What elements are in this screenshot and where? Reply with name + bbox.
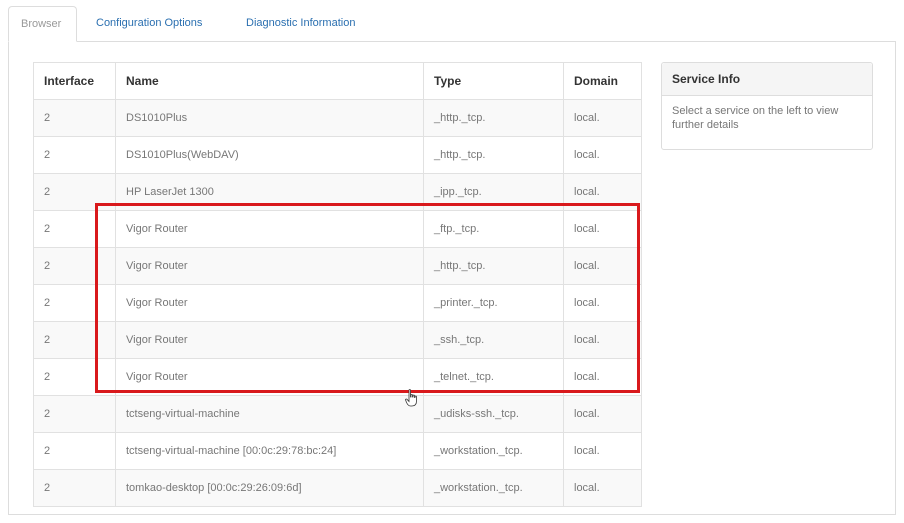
cell-type: _http._tcp. <box>423 99 564 137</box>
table-row[interactable]: 2 Vigor Router _http._tcp. local. <box>33 247 642 285</box>
cell-domain: local. <box>563 395 642 433</box>
tab-configuration-options[interactable]: Configuration Options <box>84 6 214 42</box>
cell-interface: 2 <box>33 99 116 137</box>
column-header-name[interactable]: Name <box>115 62 424 100</box>
cell-interface: 2 <box>33 469 116 507</box>
cell-domain: local. <box>563 358 642 396</box>
cell-domain: local. <box>563 210 642 248</box>
table-row[interactable]: 2 Vigor Router _ssh._tcp. local. <box>33 321 642 359</box>
tab-browser[interactable]: Browser <box>8 6 77 42</box>
column-header-domain[interactable]: Domain <box>563 62 642 100</box>
cell-interface: 2 <box>33 247 116 285</box>
cell-interface: 2 <box>33 173 116 211</box>
cell-interface: 2 <box>33 136 116 174</box>
table-row[interactable]: 2 DS1010Plus _http._tcp. local. <box>33 99 642 137</box>
table-row[interactable]: 2 Vigor Router _printer._tcp. local. <box>33 284 642 322</box>
cell-type: _workstation._tcp. <box>423 469 564 507</box>
table-row[interactable]: 2 Vigor Router _ftp._tcp. local. <box>33 210 642 248</box>
cell-type: _printer._tcp. <box>423 284 564 322</box>
cell-interface: 2 <box>33 432 116 470</box>
cell-type: _http._tcp. <box>423 136 564 174</box>
hand-pointer-icon <box>405 389 417 407</box>
table-header-row: Interface Name Type Domain <box>33 62 642 100</box>
service-info-body: Select a service on the left to view fur… <box>672 105 839 131</box>
cell-domain: local. <box>563 284 642 322</box>
cell-interface: 2 <box>33 358 116 396</box>
service-info-panel: Service Info Select a service on the lef… <box>661 62 873 150</box>
cell-domain: local. <box>563 247 642 285</box>
cell-domain: local. <box>563 469 642 507</box>
column-header-interface[interactable]: Interface <box>33 62 116 100</box>
tab-diagnostic-information[interactable]: Diagnostic Information <box>234 6 367 42</box>
cell-name: tctseng-virtual-machine <box>115 395 424 433</box>
cell-name: tctseng-virtual-machine [00:0c:29:78:bc:… <box>115 432 424 470</box>
cell-domain: local. <box>563 99 642 137</box>
cell-type: _ssh._tcp. <box>423 321 564 359</box>
cell-domain: local. <box>563 136 642 174</box>
table-row[interactable]: 2 Vigor Router _telnet._tcp. local. <box>33 358 642 396</box>
cell-interface: 2 <box>33 395 116 433</box>
table-row[interactable]: 2 tctseng-virtual-machine _udisks-ssh._t… <box>33 395 642 433</box>
table-row[interactable]: 2 HP LaserJet 1300 _ipp._tcp. local. <box>33 173 642 211</box>
cell-type: _telnet._tcp. <box>423 358 564 396</box>
services-table: Interface Name Type Domain 2 DS1010Plus … <box>33 62 642 507</box>
cell-name: Vigor Router <box>115 321 424 359</box>
cell-interface: 2 <box>33 284 116 322</box>
column-header-type[interactable]: Type <box>423 62 564 100</box>
cell-domain: local. <box>563 321 642 359</box>
cell-name: Vigor Router <box>115 284 424 322</box>
cell-name: DS1010Plus <box>115 99 424 137</box>
cell-interface: 2 <box>33 210 116 248</box>
cell-name: tomkao-desktop [00:0c:29:26:09:6d] <box>115 469 424 507</box>
table-row[interactable]: 2 tomkao-desktop [00:0c:29:26:09:6d] _wo… <box>33 469 642 507</box>
table-row[interactable]: 2 tctseng-virtual-machine [00:0c:29:78:b… <box>33 432 642 470</box>
cell-domain: local. <box>563 173 642 211</box>
cell-domain: local. <box>563 432 642 470</box>
cell-name: HP LaserJet 1300 <box>115 173 424 211</box>
cell-name: Vigor Router <box>115 247 424 285</box>
service-info-title: Service Info <box>662 63 872 96</box>
cell-type: _ftp._tcp. <box>423 210 564 248</box>
tab-bar: Browser Configuration Options Diagnostic… <box>0 0 904 44</box>
cell-type: _workstation._tcp. <box>423 432 564 470</box>
cell-interface: 2 <box>33 321 116 359</box>
cell-name: Vigor Router <box>115 210 424 248</box>
cell-type: _udisks-ssh._tcp. <box>423 395 564 433</box>
cell-name: DS1010Plus(WebDAV) <box>115 136 424 174</box>
cell-name: Vigor Router <box>115 358 424 396</box>
cell-type: _ipp._tcp. <box>423 173 564 211</box>
table-row[interactable]: 2 DS1010Plus(WebDAV) _http._tcp. local. <box>33 136 642 174</box>
cell-type: _http._tcp. <box>423 247 564 285</box>
